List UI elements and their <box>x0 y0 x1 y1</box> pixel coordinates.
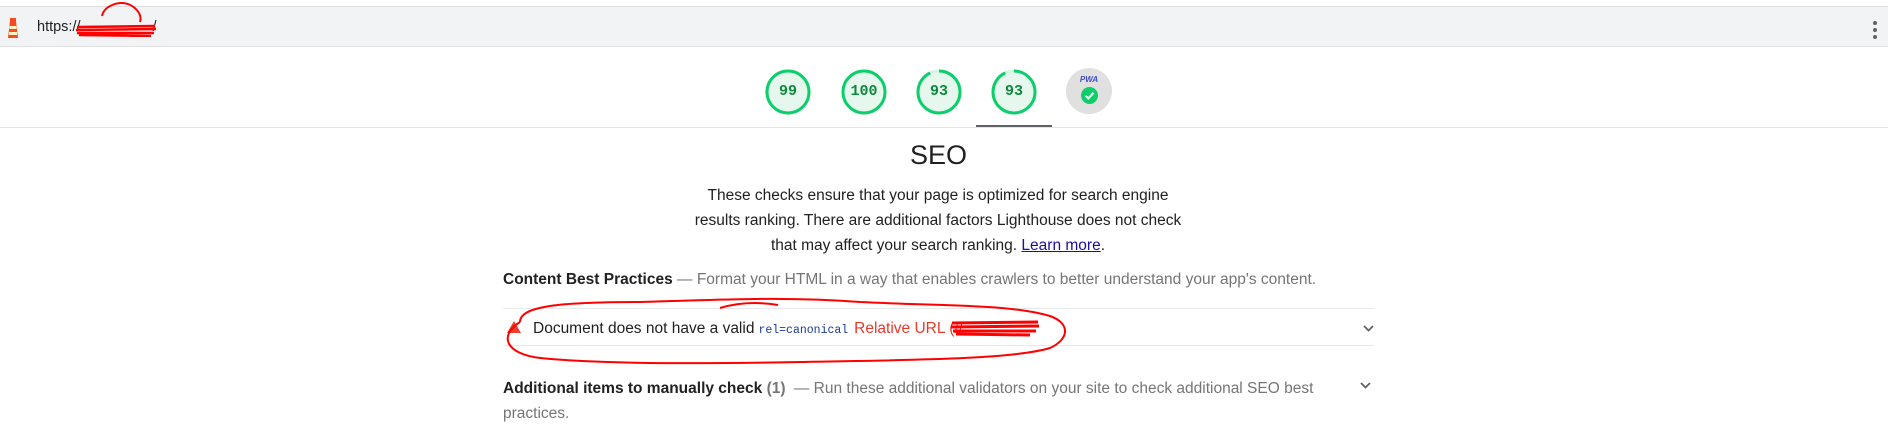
learn-more-link[interactable]: Learn more <box>1021 237 1100 254</box>
audit-row-canonical[interactable]: Document does not have a valid rel=canoni… <box>503 308 1374 346</box>
category-title: SEO <box>909 140 968 170</box>
gauge-score[interactable]: 100 <box>840 68 888 116</box>
category-description: These checks ensure that your page is op… <box>694 187 1182 254</box>
pwa-badge[interactable]: PWA <box>1066 68 1112 114</box>
fail-triangle-icon <box>507 321 521 333</box>
gauge-score[interactable]: 99 <box>764 68 812 116</box>
audit-error: Relative URL (// <box>854 320 963 337</box>
group-description: Format your HTML in a way that enables c… <box>696 271 1317 288</box>
lighthouse-logo-icon <box>8 18 18 38</box>
score-gauges: 99 100 93 93 PWA <box>0 48 1888 128</box>
manual-checks-group[interactable]: Additional items to manually check (1) —… <box>503 376 1363 426</box>
manual-count: (1) <box>766 380 786 397</box>
selected-tab-indicator <box>976 125 1052 127</box>
gauge-score-selected[interactable]: 93 <box>990 68 1038 116</box>
check-icon <box>1081 87 1098 104</box>
redaction-scribble <box>950 320 1040 337</box>
url-bar: https:/// <box>0 6 1888 47</box>
chevron-down-icon[interactable] <box>1363 325 1374 332</box>
chevron-down-icon[interactable] <box>1360 382 1371 389</box>
audit-code: rel=canonical <box>758 324 849 337</box>
audit-title: Document does not have a valid rel=canoni… <box>533 320 963 337</box>
manual-title: Additional items to manually check <box>503 380 763 397</box>
redaction-scribble <box>75 24 157 37</box>
gauge-score[interactable]: 93 <box>915 68 963 116</box>
more-options-icon[interactable] <box>1872 19 1878 41</box>
pwa-label: PWA <box>1079 75 1099 84</box>
group-title: Content Best Practices <box>503 271 673 288</box>
group-header: Content Best Practices — Format your HTM… <box>503 271 1317 288</box>
